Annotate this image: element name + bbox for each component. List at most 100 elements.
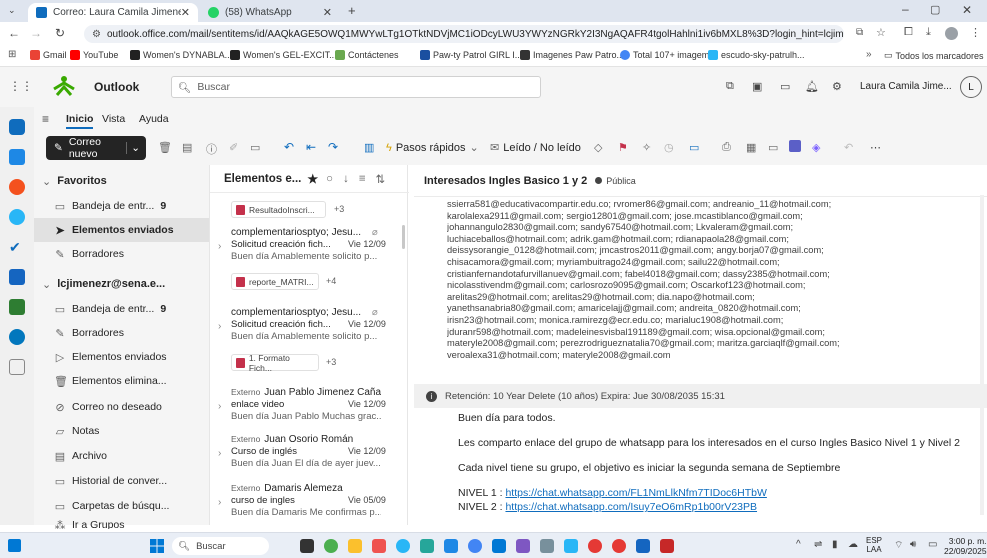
tab-ayuda[interactable]: Ayuda	[139, 113, 169, 125]
select-circle-icon[interactable]: ○	[326, 173, 333, 185]
sweep-icon[interactable]: ✐	[229, 141, 238, 154]
app-icon[interactable]	[612, 539, 626, 553]
list-item[interactable]: › Externo Damaris Alemeza curso de ingles…	[210, 483, 400, 523]
tab-list-chevron-icon[interactable]: ⌄	[8, 5, 16, 16]
chevron-right-icon[interactable]: ›	[218, 401, 221, 412]
tab-outlook[interactable]: Correo: Laura Camila Jimenez R ✕	[28, 3, 198, 22]
list-item[interactable]: › complementariosptyo; Jesu... ⌀ Solicit…	[210, 307, 400, 377]
folder-deleted[interactable]: 🗑︎ Elementos elimina...	[34, 369, 209, 393]
profile-avatar[interactable]	[945, 27, 958, 40]
list-item[interactable]: › Externo Juan Osorio Román Curso de ingl…	[210, 434, 400, 474]
chevron-down-icon[interactable]: ⌄	[126, 142, 140, 154]
tray-icon[interactable]: ▮	[832, 539, 838, 550]
word-icon[interactable]	[9, 269, 25, 285]
immersive-reader-icon[interactable]: ▦	[746, 141, 756, 154]
bookmark-gmail[interactable]: Gmail	[30, 50, 67, 60]
rules-icon[interactable]: ▭	[689, 141, 699, 154]
hamburger-menu-icon[interactable]: ≡	[42, 112, 49, 126]
attachment-chip[interactable]: reporte_MATRI...	[231, 273, 319, 290]
battery-icon[interactable]: ▭	[928, 539, 937, 550]
chevron-right-icon[interactable]: ›	[218, 321, 221, 332]
language-indicator[interactable]: ESP LAA	[866, 536, 882, 554]
maximize-icon[interactable]: ▢	[930, 3, 940, 16]
browser-menu-icon[interactable]: ⋮	[970, 26, 981, 39]
move-to-icon[interactable]: ▭	[250, 141, 260, 154]
close-window-icon[interactable]: ✕	[962, 3, 972, 17]
more-bookmarks-icon[interactable]: »	[866, 49, 872, 60]
tray-icon[interactable]: ☁	[848, 539, 858, 550]
nivel-1-link[interactable]: https://chat.whatsapp.com/FL1NmLlkNfm7TI…	[505, 487, 766, 499]
app-launcher-icon[interactable]: ⋮⋮	[9, 79, 33, 93]
explorer-icon[interactable]	[348, 539, 362, 553]
bookmark-youtube[interactable]: YouTube	[70, 50, 118, 60]
view-icon[interactable]: ▭	[768, 141, 778, 154]
people-icon[interactable]	[9, 209, 25, 225]
new-mail-button[interactable]: ✎ Correo nuevo ⌄	[46, 136, 146, 160]
teams-chat-icon[interactable]	[324, 539, 338, 553]
settings-gear-icon[interactable]: ⚙	[832, 80, 842, 93]
account-header[interactable]: ⌄ lcjimenezr@sena.e...	[34, 272, 209, 296]
bookmark-gel-excit[interactable]: Women's GEL-EXCIT...	[230, 50, 337, 60]
sort-icon[interactable]: ⇅	[376, 172, 386, 186]
folder-conversation-history[interactable]: ▭ Historial de conver...	[34, 469, 209, 493]
reply-all-icon[interactable]: ⇤	[306, 140, 316, 154]
store-icon[interactable]	[444, 539, 458, 553]
bookmark-paw-images[interactable]: Imagenes Paw Patro...	[520, 50, 624, 60]
quick-steps-button[interactable]: ϟ Pasos rápidos ⌄	[386, 141, 479, 155]
folder-search-folders[interactable]: ▭ Carpetas de búsqu...	[34, 494, 209, 518]
chevron-right-icon[interactable]: ›	[218, 448, 221, 459]
pin-icon[interactable]: ✧	[642, 141, 651, 154]
search-input[interactable]: 🔍︎ Buscar	[171, 76, 541, 98]
teams-icon[interactable]: ▣	[752, 80, 762, 93]
teams-share-icon[interactable]: ▥	[364, 141, 374, 154]
all-bookmarks-folder[interactable]: ▭ Todos los marcadores	[884, 50, 984, 61]
app-icon[interactable]	[372, 539, 386, 553]
folder-go-to-groups[interactable]: ⁂ Ir a Grupos	[34, 519, 209, 529]
volume-icon[interactable]: 🔊︎	[910, 539, 916, 550]
snooze-icon[interactable]: ◷	[664, 141, 674, 154]
outlook-taskbar-icon[interactable]	[492, 539, 506, 553]
meet-now-icon[interactable]: ⧉	[726, 80, 734, 93]
folder-drafts[interactable]: ✎ Borradores	[34, 321, 209, 345]
undo-icon[interactable]: ↶	[844, 141, 853, 154]
viva-icon[interactable]	[789, 140, 801, 152]
reading-scrollbar[interactable]	[980, 195, 984, 515]
loop-icon[interactable]: ◈	[812, 141, 820, 154]
new-tab-icon[interactable]: +	[348, 3, 356, 18]
filter-icon[interactable]: ≡	[359, 173, 366, 185]
tray-icon[interactable]: ⇌	[814, 539, 822, 550]
nivel-2-link[interactable]: https://chat.whatsapp.com/Isuy7eO6mRp1b0…	[505, 501, 757, 513]
forward-mail-icon[interactable]: ↷	[328, 140, 338, 154]
bookmark-escudo[interactable]: escudo-sky-patrulh...	[708, 50, 805, 60]
flag-icon[interactable]: ⚑	[618, 141, 628, 154]
tab-inicio[interactable]: Inicio	[66, 113, 94, 129]
folder-junk[interactable]: ⊘ Correo no deseado	[34, 395, 209, 419]
list-item[interactable]: › complementariosptyo; Jesu... ⌀ Solicit…	[210, 227, 400, 297]
read-unread-button[interactable]: ✉ Leído / No leído	[490, 141, 581, 155]
more-options-icon[interactable]: ⋯	[870, 141, 881, 154]
chevron-right-icon[interactable]: ›	[218, 497, 221, 508]
install-app-icon[interactable]: ⧉	[856, 27, 863, 38]
app-icon[interactable]	[516, 539, 530, 553]
more-apps-icon[interactable]	[9, 359, 25, 375]
taskbar-search[interactable]: 🔍︎ Buscar	[172, 537, 269, 555]
notifications-bell-icon[interactable]: 🔔︎	[805, 80, 819, 93]
onedrive-icon[interactable]	[9, 329, 25, 345]
more-attachments[interactable]: +3	[334, 204, 344, 214]
folder-archive[interactable]: ▤ Archivo	[34, 444, 209, 468]
edge-icon[interactable]	[396, 539, 410, 553]
task-view-icon[interactable]	[300, 539, 314, 553]
opera-icon[interactable]	[588, 539, 602, 553]
report-icon[interactable]: ⓘ	[206, 141, 217, 157]
show-hidden-icons[interactable]: ^	[796, 539, 801, 550]
tab-whatsapp[interactable]: (58) WhatsApp ✕	[200, 3, 340, 22]
site-info-icon[interactable]: ⚙	[92, 29, 101, 40]
sort-down-icon[interactable]: ↓	[343, 173, 349, 185]
close-tab-icon[interactable]: ✕	[181, 6, 190, 19]
bookmark-total-imagem[interactable]: Total 107+ imagem...	[620, 50, 717, 60]
close-tab-icon[interactable]: ✕	[323, 6, 332, 19]
reload-icon[interactable]: ↻	[55, 26, 65, 40]
folder-sent-favorite[interactable]: ➤ Elementos enviados	[34, 218, 209, 242]
clock[interactable]: 3:00 p. m. 22/09/2025	[944, 536, 987, 556]
copilot-icon[interactable]	[9, 179, 25, 195]
